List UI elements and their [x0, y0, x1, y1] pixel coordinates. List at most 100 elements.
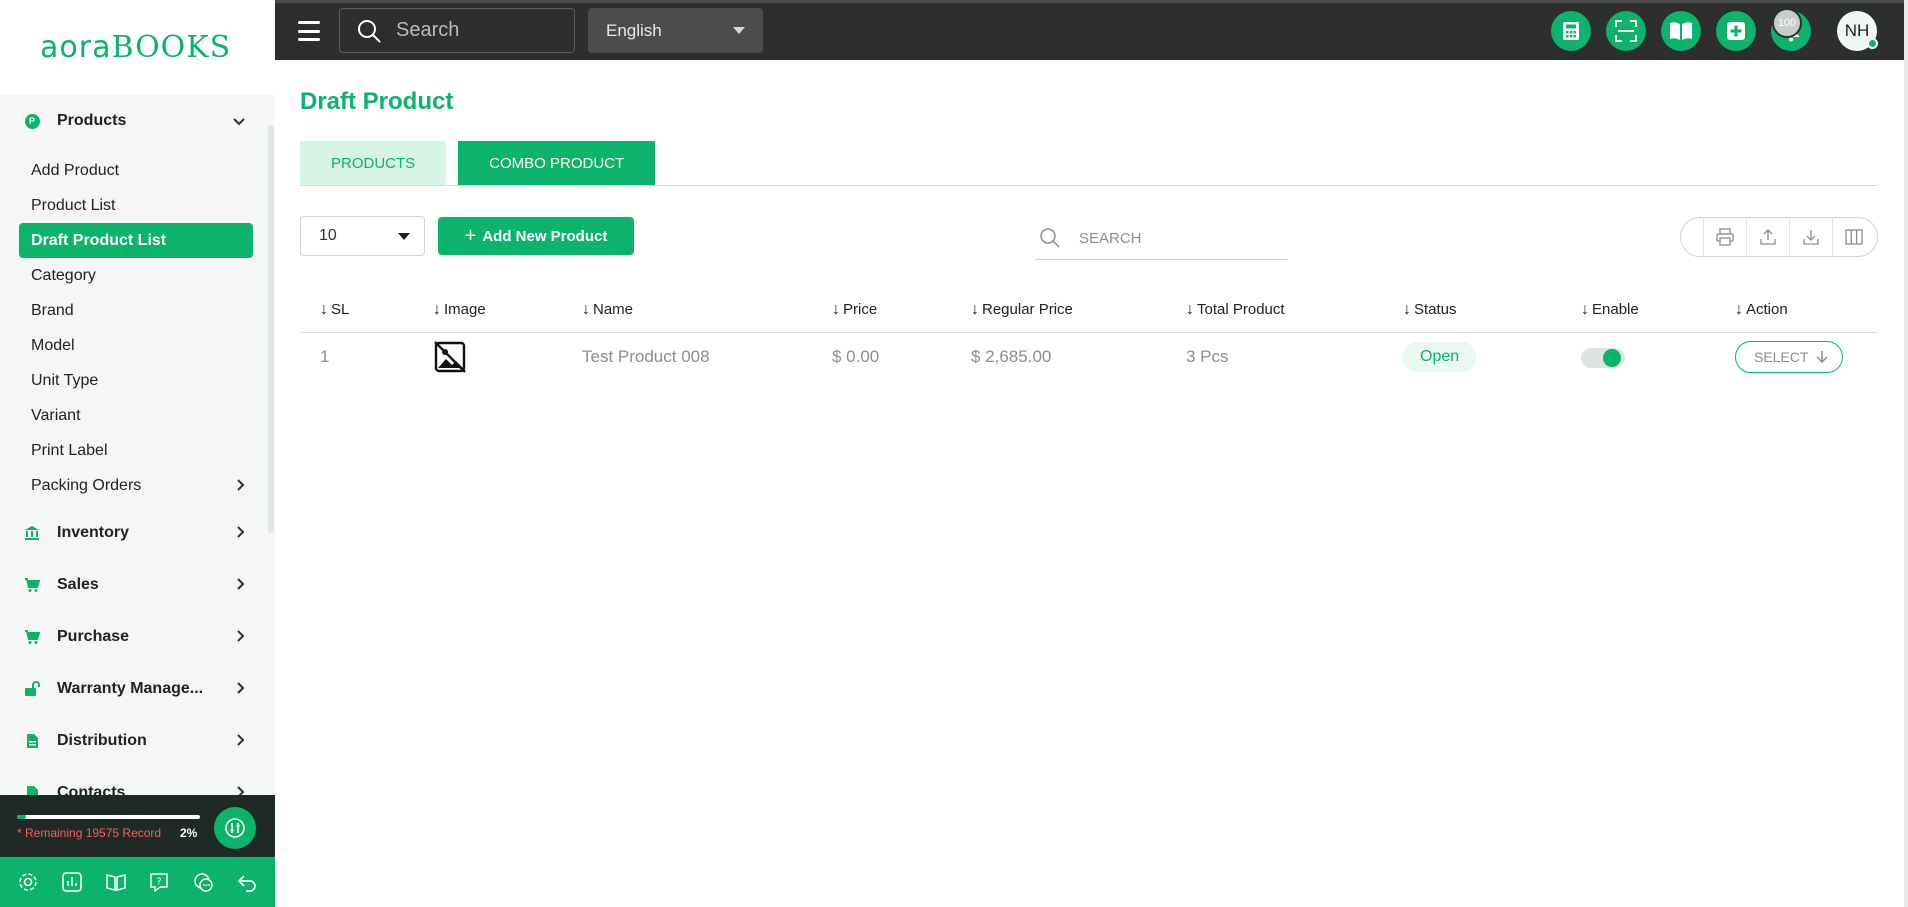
chevron-right-icon [237, 785, 245, 795]
sort-arrow-icon: ↓ [1403, 300, 1411, 318]
calculator-icon[interactable] [1551, 11, 1591, 51]
progress-percent: 2% [180, 826, 198, 840]
sidebar-item-unit-type[interactable]: Unit Type [19, 363, 253, 398]
online-status-dot [1867, 38, 1878, 49]
upgrade-button[interactable] [214, 807, 256, 849]
row-action-select-button[interactable]: SELECT [1735, 341, 1844, 374]
language-select[interactable]: English [588, 8, 763, 53]
sidebar-group-purchase[interactable]: Purchase [0, 611, 275, 663]
column-header-price[interactable]: ↓ Price [812, 288, 951, 333]
book-open-icon[interactable] [101, 867, 131, 897]
add-box-icon[interactable] [1716, 11, 1756, 51]
status-badge: Open [1403, 342, 1477, 373]
chevron-right-icon [237, 478, 245, 494]
sort-arrow-icon: ↓ [971, 300, 979, 318]
products-submenu: Add Product Product List Draft Product L… [0, 147, 275, 507]
sliders-icon [225, 818, 245, 838]
sidebar-item-model[interactable]: Model [19, 328, 253, 363]
product-type-tabs: PRODUCTS COMBO PRODUCT [300, 141, 656, 186]
logo[interactable]: aoraBOOKS [0, 0, 275, 95]
chevron-right-icon [237, 629, 245, 645]
sidebar-group-inventory[interactable]: Inventory [0, 507, 275, 559]
book-icon[interactable] [1661, 11, 1701, 51]
user-avatar[interactable]: NH [1837, 11, 1878, 51]
settings-icon[interactable] [13, 867, 43, 897]
column-header-name[interactable]: ↓ Name [562, 288, 812, 333]
print-icon[interactable] [1703, 217, 1746, 257]
sidebar-scrollbar[interactable] [268, 125, 274, 533]
sort-arrow-icon: ↓ [582, 300, 590, 318]
columns-icon[interactable] [1832, 217, 1875, 257]
sidebar-item-product-list[interactable]: Product List [19, 188, 253, 223]
search-icon [358, 19, 381, 43]
sidebar-item-add-product[interactable]: Add Product [19, 153, 253, 188]
sidebar-item-brand[interactable]: Brand [19, 293, 253, 328]
help-icon[interactable]: ? [144, 867, 174, 897]
document-icon [24, 733, 40, 749]
document-icon [24, 785, 40, 795]
page-scrollbar[interactable] [1904, 0, 1908, 907]
top-bar: Search English 100 NH [275, 0, 1908, 60]
plus-icon: + [464, 224, 477, 247]
sidebar-group-distribution[interactable]: Distribution [0, 715, 275, 767]
remaining-records-text: * Remaining 19575 Record [17, 826, 162, 840]
no-image-icon [433, 340, 467, 374]
cell-name[interactable]: Test Product 008 [562, 332, 812, 382]
column-header-regular-price[interactable]: ↓ Regular Price [951, 288, 1166, 333]
column-header-sl[interactable]: ↓ SL [300, 288, 413, 333]
svg-text:?: ? [157, 877, 162, 888]
notification-count-badge: 100 [1772, 8, 1802, 38]
menu-toggle-icon[interactable] [298, 21, 320, 41]
tab-combo-product[interactable]: COMBO PRODUCT [458, 141, 656, 186]
cell-regular-price: $ 2,685.00 [971, 347, 1052, 367]
sidebar-item-draft-product-list[interactable]: Draft Product List [19, 223, 253, 258]
rows-per-page-select[interactable]: 10 [300, 216, 425, 256]
unlock-icon [24, 681, 40, 697]
sidebar-group-sales[interactable]: Sales [0, 559, 275, 611]
upload-icon[interactable] [1746, 217, 1789, 257]
tab-products[interactable]: PRODUCTS [300, 141, 447, 186]
global-search-input[interactable]: Search [339, 8, 575, 53]
sidebar-item-print-label[interactable]: Print Label [19, 433, 253, 468]
chevron-right-icon [237, 577, 245, 593]
sidebar-item-category[interactable]: Category [19, 258, 253, 293]
chart-icon[interactable] [57, 867, 87, 897]
caret-down-icon [733, 27, 745, 34]
cell-image [413, 332, 562, 382]
sort-arrow-icon: ↓ [1581, 300, 1589, 318]
column-header-total-product[interactable]: ↓ Total Product [1166, 288, 1383, 333]
cart-icon [24, 577, 40, 593]
add-new-product-button[interactable]: + Add New Product [438, 217, 634, 255]
sidebar-group-products[interactable]: P Products [0, 95, 275, 147]
main-content: Draft Product PRODUCTS COMBO PRODUCT 10 … [275, 60, 1904, 907]
products-icon: P [24, 113, 40, 129]
draft-products-table: ↓ SL ↓ Image ↓ Name ↓ Price ↓ Regular Price ↓… [300, 288, 1877, 382]
table-search-input[interactable]: SEARCH [1035, 217, 1287, 260]
chevron-right-icon [237, 525, 245, 541]
cell-sl: 1 [320, 347, 330, 367]
table-header-row: ↓ SL ↓ Image ↓ Name ↓ Price ↓ Regular Price ↓… [300, 288, 1877, 333]
column-header-image[interactable]: ↓ Image [413, 288, 562, 333]
sidebar-item-variant[interactable]: Variant [19, 398, 253, 433]
search-icon [1040, 228, 1060, 248]
column-header-status[interactable]: ↓ Status [1383, 288, 1561, 333]
chat-icon[interactable] [188, 867, 218, 897]
cell-price: $ 0.00 [832, 347, 880, 367]
record-usage-panel: * Remaining 19575 Record 2% [0, 795, 275, 857]
chevron-right-icon [237, 733, 245, 749]
cell-enable [1561, 332, 1715, 382]
download-icon[interactable] [1789, 217, 1832, 257]
sidebar-item-packing-orders[interactable]: Packing Orders [19, 468, 253, 503]
sidebar-toolbar: ? [0, 857, 275, 907]
page-title: Draft Product [300, 88, 454, 115]
sidebar-group-contacts[interactable]: Contacts [0, 767, 275, 795]
logo-text: aoraBOOKS [40, 30, 232, 65]
sidebar-menu: P Products Add Product Product List Draf… [0, 95, 275, 795]
barcode-scan-icon[interactable] [1606, 11, 1646, 51]
column-header-enable[interactable]: ↓ Enable [1561, 288, 1715, 333]
sidebar-group-warranty[interactable]: Warranty Manage... [0, 663, 275, 715]
enable-toggle[interactable] [1581, 347, 1625, 368]
column-header-action[interactable]: ↓ Action [1715, 288, 1877, 333]
sort-arrow-icon: ↓ [832, 300, 840, 318]
undo-icon[interactable] [232, 867, 262, 897]
